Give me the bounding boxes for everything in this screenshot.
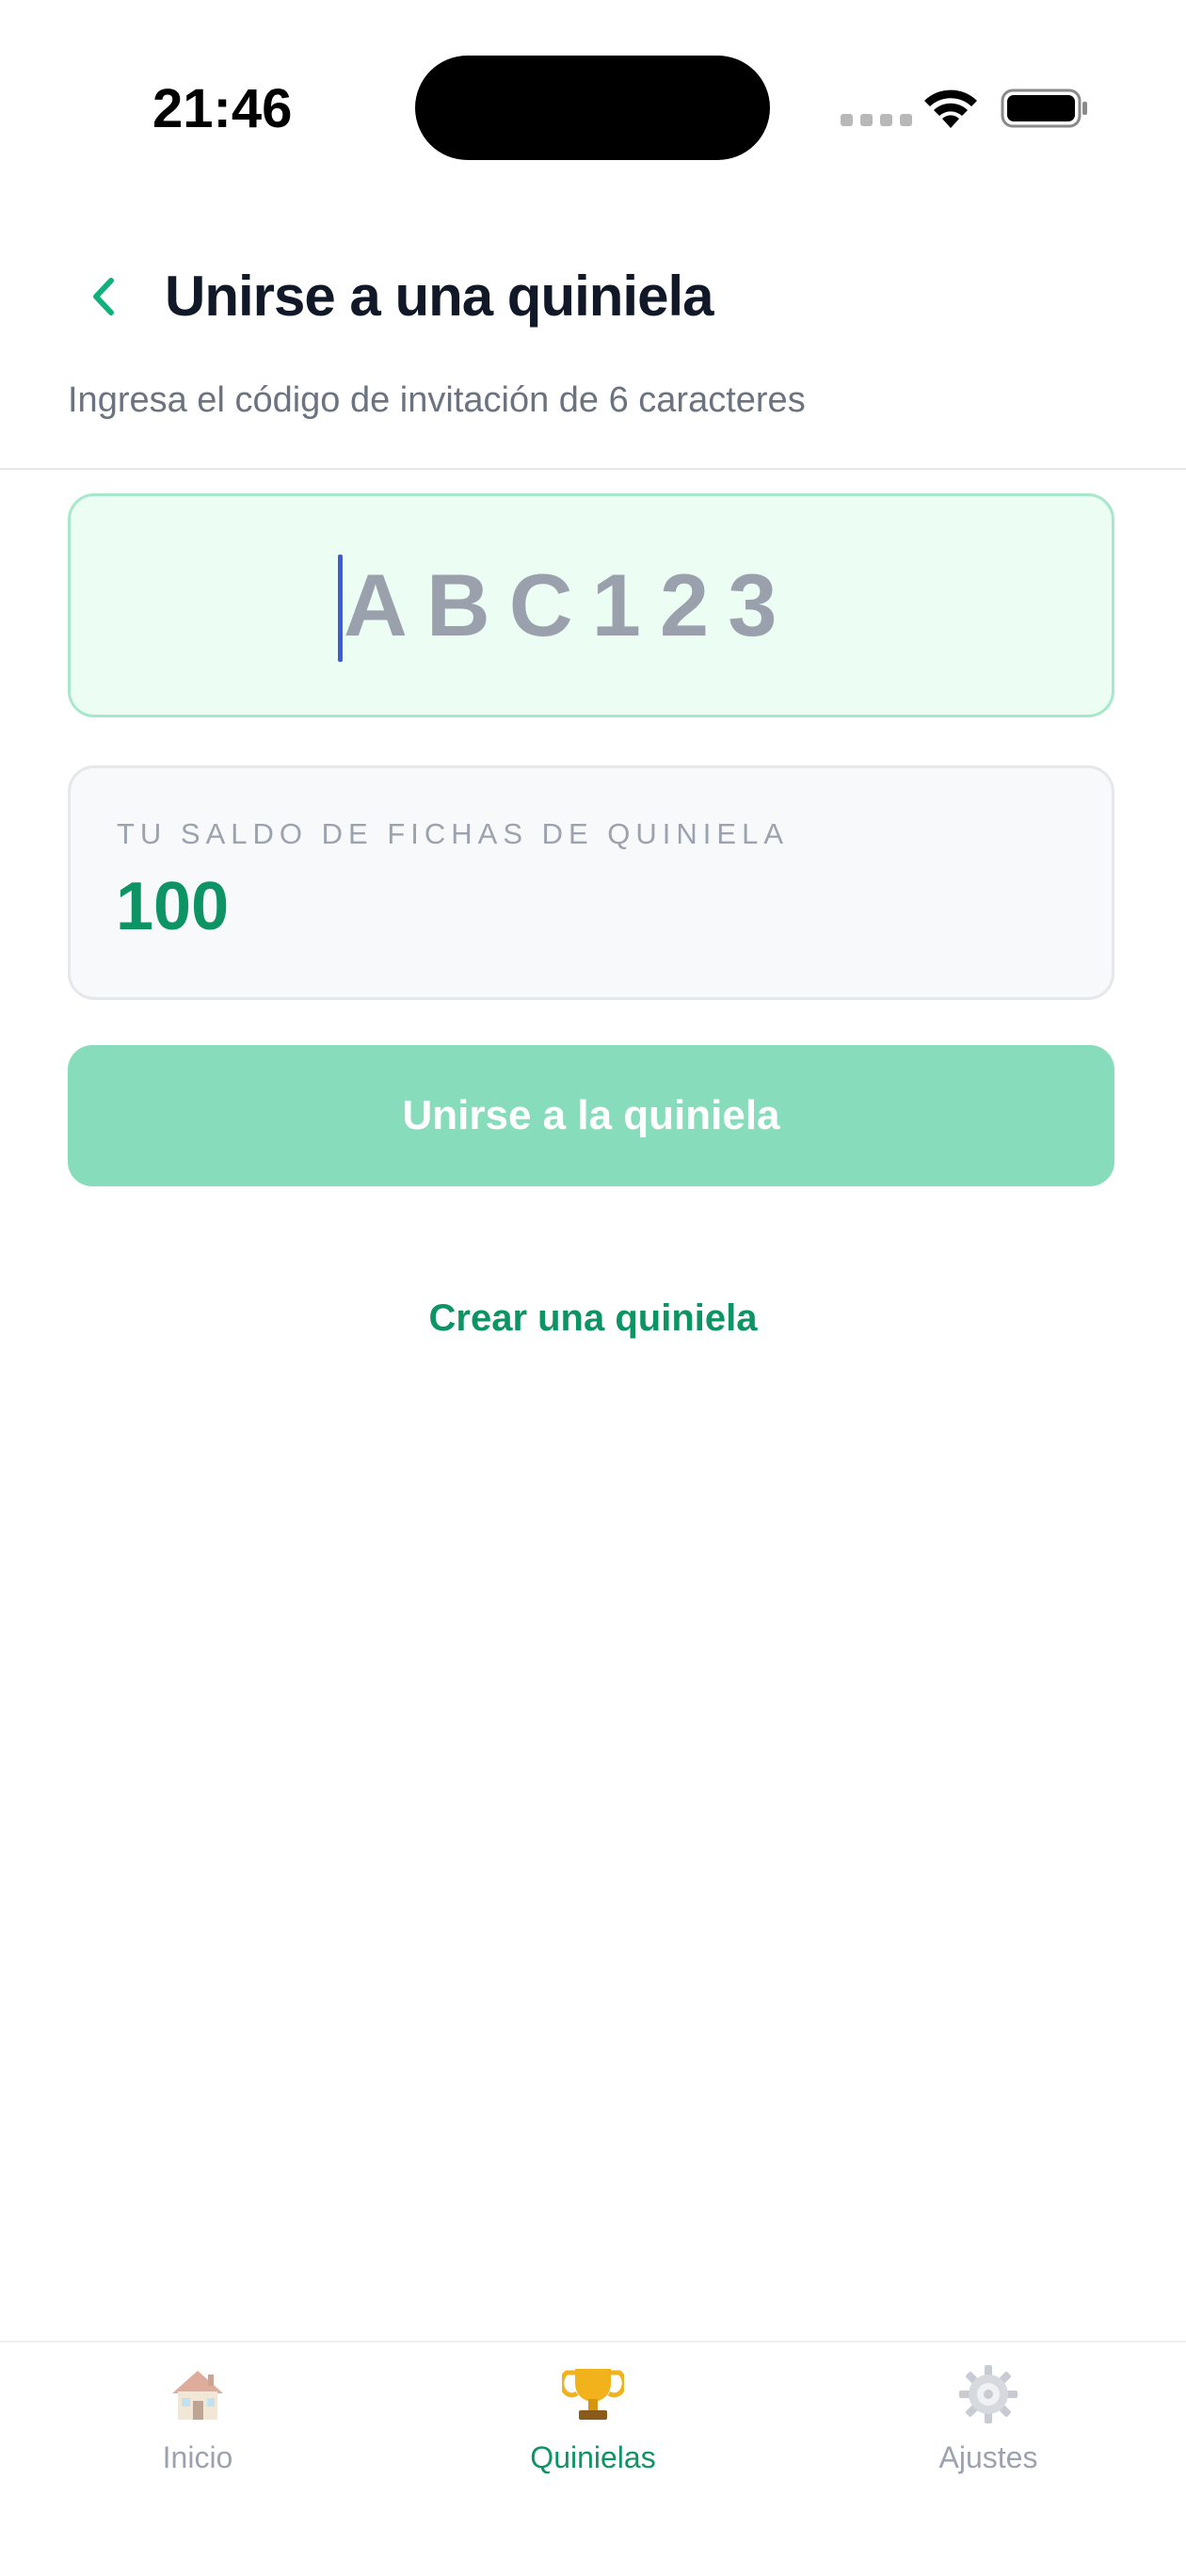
balance-value: 100 xyxy=(116,869,230,944)
trophy-icon xyxy=(560,2361,626,2427)
balance-label: TU SALDO DE FICHAS DE QUINIELA xyxy=(117,817,789,850)
dynamic-island xyxy=(415,56,770,160)
chevron-left-icon xyxy=(93,278,114,315)
house-icon xyxy=(165,2361,231,2427)
gear-icon xyxy=(955,2361,1021,2427)
code-placeholder: ABC123 xyxy=(344,555,796,654)
text-caret xyxy=(338,555,343,662)
tab-ajustes[interactable]: Ajustes xyxy=(885,2361,1092,2475)
page-title: Unirse a una quiniela xyxy=(165,265,713,328)
tab-label: Ajustes xyxy=(938,2440,1038,2474)
tab-label: Quinielas xyxy=(530,2440,656,2474)
tab-label: Inicio xyxy=(162,2440,233,2474)
join-pool-button[interactable]: Unirse a la quiniela xyxy=(68,1045,1114,1186)
tab-bar-divider xyxy=(0,2341,1186,2343)
invitation-code-input[interactable]: ABC123 xyxy=(68,493,1114,717)
tab-inicio[interactable]: Inicio xyxy=(94,2361,301,2475)
balance-card: TU SALDO DE FICHAS DE QUINIELA 100 xyxy=(68,765,1114,1000)
cellular-signal-icon xyxy=(841,114,912,126)
page-subtitle: Ingresa el código de invitación de 6 car… xyxy=(68,380,806,420)
wifi-icon xyxy=(924,89,977,128)
join-pool-screen: 21:46 Unirse a una quiniela Ingresa el c… xyxy=(0,0,1186,2576)
status-time: 21:46 xyxy=(152,78,293,139)
back-button[interactable] xyxy=(77,266,128,328)
create-pool-link[interactable]: Crear una quiniela xyxy=(0,1297,1186,1340)
header-divider xyxy=(0,468,1186,470)
battery-icon xyxy=(1001,89,1087,128)
tab-quinielas[interactable]: Quinielas xyxy=(489,2361,697,2475)
